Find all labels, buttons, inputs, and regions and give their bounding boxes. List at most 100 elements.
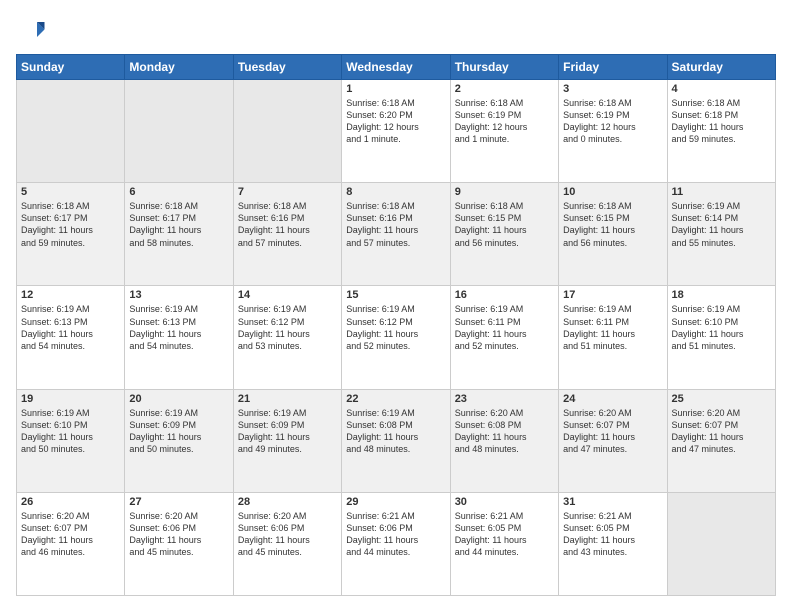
- cell-content: Sunrise: 6:20 AM Sunset: 6:07 PM Dayligh…: [21, 510, 120, 559]
- calendar-cell: 23 Sunrise: 6:20 AM Sunset: 6:08 PM Dayli…: [450, 389, 558, 492]
- calendar-cell: 21 Sunrise: 6:19 AM Sunset: 6:09 PM Dayli…: [233, 389, 341, 492]
- calendar-cell: 17 Sunrise: 6:19 AM Sunset: 6:11 PM Dayli…: [559, 286, 667, 389]
- day-number: 30: [455, 496, 554, 508]
- cell-content: Sunrise: 6:20 AM Sunset: 6:06 PM Dayligh…: [129, 510, 228, 559]
- day-number: 16: [455, 289, 554, 301]
- calendar-cell: 19 Sunrise: 6:19 AM Sunset: 6:10 PM Dayli…: [17, 389, 125, 492]
- calendar-cell: 2Sunrise: 6:18 AM Sunset: 6:19 PM Daylig…: [450, 80, 558, 183]
- day-number: 7: [238, 186, 337, 198]
- cell-content: Sunrise: 6:20 AM Sunset: 6:06 PM Dayligh…: [238, 510, 337, 559]
- cell-content: Sunrise: 6:19 AM Sunset: 6:12 PM Dayligh…: [346, 303, 445, 352]
- calendar-cell: [125, 80, 233, 183]
- day-number: 20: [129, 393, 228, 405]
- cell-content: Sunrise: 6:18 AM Sunset: 6:16 PM Dayligh…: [346, 200, 445, 249]
- cell-content: Sunrise: 6:20 AM Sunset: 6:07 PM Dayligh…: [672, 407, 771, 456]
- calendar-cell: 12 Sunrise: 6:19 AM Sunset: 6:13 PM Dayli…: [17, 286, 125, 389]
- cell-content: Sunrise: 6:21 AM Sunset: 6:05 PM Dayligh…: [563, 510, 662, 559]
- cell-content: Sunrise: 6:21 AM Sunset: 6:06 PM Dayligh…: [346, 510, 445, 559]
- cell-content: Sunrise: 6:18 AM Sunset: 6:19 PM Dayligh…: [563, 97, 662, 146]
- calendar-cell: 29 Sunrise: 6:21 AM Sunset: 6:06 PM Dayli…: [342, 492, 450, 595]
- week-row-4: 26 Sunrise: 6:20 AM Sunset: 6:07 PM Dayli…: [17, 492, 776, 595]
- cell-content: Sunrise: 6:19 AM Sunset: 6:14 PM Dayligh…: [672, 200, 771, 249]
- calendar-cell: 1 Sunrise: 6:18 AM Sunset: 6:20 PM Daylig…: [342, 80, 450, 183]
- weekday-header-tuesday: Tuesday: [233, 55, 341, 80]
- day-number: 4: [672, 83, 771, 95]
- calendar-cell: 26 Sunrise: 6:20 AM Sunset: 6:07 PM Dayli…: [17, 492, 125, 595]
- calendar-cell: 31Sunrise: 6:21 AM Sunset: 6:05 PM Dayli…: [559, 492, 667, 595]
- day-number: 10: [563, 186, 662, 198]
- calendar-cell: 28 Sunrise: 6:20 AM Sunset: 6:06 PM Dayli…: [233, 492, 341, 595]
- day-number: 29: [346, 496, 445, 508]
- cell-content: Sunrise: 6:19 AM Sunset: 6:11 PM Dayligh…: [563, 303, 662, 352]
- cell-content: Sunrise: 6:19 AM Sunset: 6:09 PM Dayligh…: [238, 407, 337, 456]
- cell-content: Sunrise: 6:19 AM Sunset: 6:08 PM Dayligh…: [346, 407, 445, 456]
- weekday-header-friday: Friday: [559, 55, 667, 80]
- day-number: 17: [563, 289, 662, 301]
- day-number: 5: [21, 186, 120, 198]
- day-number: 6: [129, 186, 228, 198]
- day-number: 9: [455, 186, 554, 198]
- day-number: 19: [21, 393, 120, 405]
- day-number: 2: [455, 83, 554, 95]
- day-number: 12: [21, 289, 120, 301]
- cell-content: Sunrise: 6:20 AM Sunset: 6:08 PM Dayligh…: [455, 407, 554, 456]
- week-row-2: 12 Sunrise: 6:19 AM Sunset: 6:13 PM Dayli…: [17, 286, 776, 389]
- header: [16, 16, 776, 46]
- logo: [16, 16, 50, 46]
- week-row-1: 5 Sunrise: 6:18 AM Sunset: 6:17 PM Daylig…: [17, 183, 776, 286]
- calendar-cell: 20 Sunrise: 6:19 AM Sunset: 6:09 PM Dayli…: [125, 389, 233, 492]
- cell-content: Sunrise: 6:18 AM Sunset: 6:17 PM Dayligh…: [129, 200, 228, 249]
- calendar-cell: 14Sunrise: 6:19 AM Sunset: 6:12 PM Dayli…: [233, 286, 341, 389]
- day-number: 1: [346, 83, 445, 95]
- calendar-cell: 16 Sunrise: 6:19 AM Sunset: 6:11 PM Dayli…: [450, 286, 558, 389]
- day-number: 13: [129, 289, 228, 301]
- day-number: 11: [672, 186, 771, 198]
- day-number: 23: [455, 393, 554, 405]
- day-number: 27: [129, 496, 228, 508]
- cell-content: Sunrise: 6:18 AM Sunset: 6:17 PM Dayligh…: [21, 200, 120, 249]
- week-row-3: 19 Sunrise: 6:19 AM Sunset: 6:10 PM Dayli…: [17, 389, 776, 492]
- weekday-header-thursday: Thursday: [450, 55, 558, 80]
- day-number: 15: [346, 289, 445, 301]
- logo-icon: [16, 16, 46, 46]
- cell-content: Sunrise: 6:18 AM Sunset: 6:15 PM Dayligh…: [455, 200, 554, 249]
- calendar-cell: 13 Sunrise: 6:19 AM Sunset: 6:13 PM Dayli…: [125, 286, 233, 389]
- cell-content: Sunrise: 6:21 AM Sunset: 6:05 PM Dayligh…: [455, 510, 554, 559]
- day-number: 22: [346, 393, 445, 405]
- cell-content: Sunrise: 6:18 AM Sunset: 6:16 PM Dayligh…: [238, 200, 337, 249]
- calendar-cell: [667, 492, 775, 595]
- cell-content: Sunrise: 6:19 AM Sunset: 6:11 PM Dayligh…: [455, 303, 554, 352]
- calendar-cell: 11 Sunrise: 6:19 AM Sunset: 6:14 PM Dayli…: [667, 183, 775, 286]
- calendar-cell: 7 Sunrise: 6:18 AM Sunset: 6:16 PM Daylig…: [233, 183, 341, 286]
- calendar-table: SundayMondayTuesdayWednesdayThursdayFrid…: [16, 54, 776, 596]
- cell-content: Sunrise: 6:19 AM Sunset: 6:09 PM Dayligh…: [129, 407, 228, 456]
- weekday-header-wednesday: Wednesday: [342, 55, 450, 80]
- cell-content: Sunrise: 6:20 AM Sunset: 6:07 PM Dayligh…: [563, 407, 662, 456]
- calendar-cell: 30 Sunrise: 6:21 AM Sunset: 6:05 PM Dayli…: [450, 492, 558, 595]
- calendar-cell: 6 Sunrise: 6:18 AM Sunset: 6:17 PM Daylig…: [125, 183, 233, 286]
- calendar-cell: 9 Sunrise: 6:18 AM Sunset: 6:15 PM Daylig…: [450, 183, 558, 286]
- day-number: 8: [346, 186, 445, 198]
- cell-content: Sunrise: 6:19 AM Sunset: 6:13 PM Dayligh…: [21, 303, 120, 352]
- cell-content: Sunrise: 6:19 AM Sunset: 6:10 PM Dayligh…: [21, 407, 120, 456]
- weekday-header-monday: Monday: [125, 55, 233, 80]
- calendar-cell: 3Sunrise: 6:18 AM Sunset: 6:19 PM Daylig…: [559, 80, 667, 183]
- cell-content: Sunrise: 6:18 AM Sunset: 6:15 PM Dayligh…: [563, 200, 662, 249]
- cell-content: Sunrise: 6:19 AM Sunset: 6:13 PM Dayligh…: [129, 303, 228, 352]
- calendar-cell: 24Sunrise: 6:20 AM Sunset: 6:07 PM Dayli…: [559, 389, 667, 492]
- weekday-header-row: SundayMondayTuesdayWednesdayThursdayFrid…: [17, 55, 776, 80]
- page: SundayMondayTuesdayWednesdayThursdayFrid…: [0, 0, 792, 612]
- cell-content: Sunrise: 6:18 AM Sunset: 6:20 PM Dayligh…: [346, 97, 445, 146]
- week-row-0: 1 Sunrise: 6:18 AM Sunset: 6:20 PM Daylig…: [17, 80, 776, 183]
- calendar-cell: 22 Sunrise: 6:19 AM Sunset: 6:08 PM Dayli…: [342, 389, 450, 492]
- calendar-cell: 8 Sunrise: 6:18 AM Sunset: 6:16 PM Daylig…: [342, 183, 450, 286]
- day-number: 21: [238, 393, 337, 405]
- day-number: 28: [238, 496, 337, 508]
- day-number: 26: [21, 496, 120, 508]
- calendar-cell: [17, 80, 125, 183]
- calendar-cell: 25Sunrise: 6:20 AM Sunset: 6:07 PM Dayli…: [667, 389, 775, 492]
- weekday-header-sunday: Sunday: [17, 55, 125, 80]
- calendar-cell: 27 Sunrise: 6:20 AM Sunset: 6:06 PM Dayli…: [125, 492, 233, 595]
- calendar-cell: 10 Sunrise: 6:18 AM Sunset: 6:15 PM Dayli…: [559, 183, 667, 286]
- calendar-cell: [233, 80, 341, 183]
